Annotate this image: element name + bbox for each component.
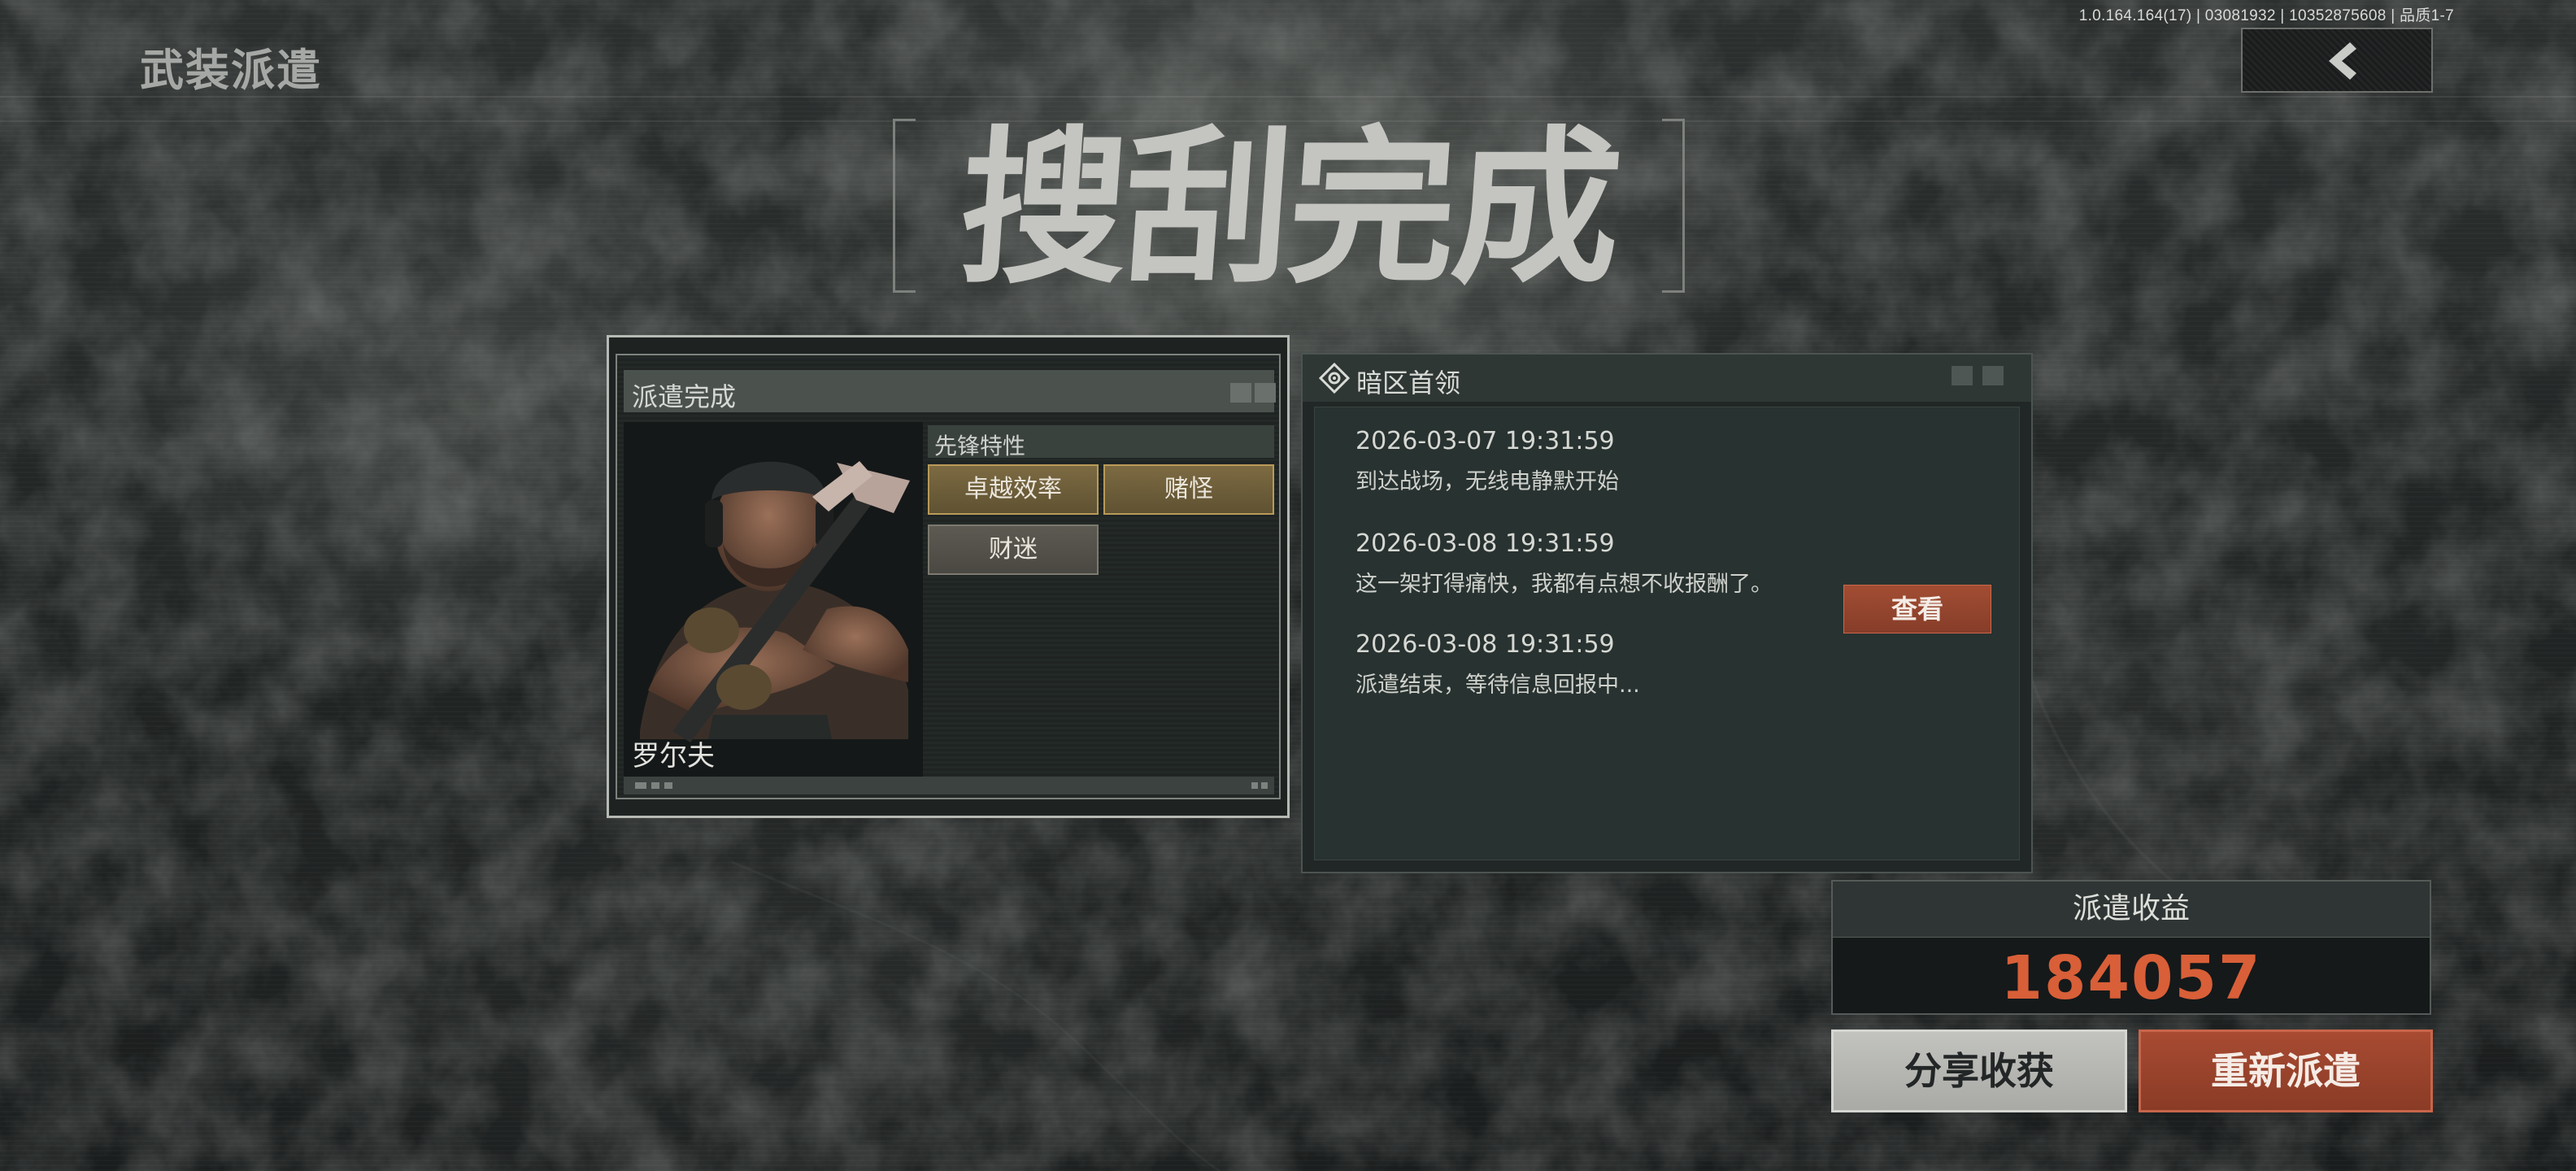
dispatch-earnings: 派遣收益 184057 <box>1831 880 2431 1015</box>
earnings-label: 派遣收益 <box>2072 892 2190 925</box>
traits-header: 先锋特性 <box>928 425 1274 459</box>
chevron-left-icon <box>2329 42 2356 80</box>
window-button <box>1230 383 1251 403</box>
operator-name: 罗尔夫 <box>632 740 715 773</box>
trait-badge: 赌怪 <box>1103 464 1274 515</box>
window-button <box>1982 366 2004 385</box>
dispatch-panel: 派遣完成 罗尔夫 先锋特性 卓越效率 赌怪 财迷 <box>607 335 1290 818</box>
window-button <box>1255 383 1276 403</box>
screen: 1.0.164.164(17) | 03081932 | 10352875608… <box>0 0 2576 1171</box>
dispatch-panel-header: 派遣完成 <box>624 370 1276 412</box>
log-entry-message: 派遣结束，等待信息回报中... <box>1355 673 1640 698</box>
trait-badge: 财迷 <box>928 525 1099 575</box>
log-entry: 2026-03-07 19:31:59 到达战场，无线电静默开始 <box>1355 427 1619 495</box>
dispatch-log-panel: 暗区首领 2026-03-07 19:31:59 到达战场，无线电静默开始 20… <box>1301 353 2033 873</box>
log-panel-title: 暗区首领 <box>1356 368 1461 398</box>
earnings-value: 184057 <box>2000 943 2262 1013</box>
page-title: 武装派遣 <box>140 45 322 96</box>
log-entry: 2026-03-08 19:31:59 这一架打得痛快，我都有点想不收报酬了。 <box>1355 529 1773 598</box>
window-button <box>1952 366 1973 385</box>
redispatch-button[interactable]: 重新派遣 <box>2139 1030 2433 1112</box>
dispatch-panel-title: 派遣完成 <box>632 381 737 412</box>
log-entry: 2026-03-08 19:31:59 派遣结束，等待信息回报中... <box>1355 630 1640 699</box>
share-button[interactable]: 分享收获 <box>1831 1030 2127 1112</box>
headline: 搜刮完成 <box>953 111 1625 307</box>
log-entry-time: 2026-03-08 19:31:59 <box>1355 630 1615 659</box>
log-entry-time: 2026-03-08 19:31:59 <box>1355 529 1615 558</box>
dispatch-panel-footer <box>624 777 1274 794</box>
operator-portrait: 罗尔夫 <box>624 422 923 778</box>
view-button[interactable]: 查看 <box>1843 585 1991 633</box>
log-entry-time: 2026-03-07 19:31:59 <box>1355 427 1615 455</box>
diamond-target-icon <box>1319 363 1350 394</box>
operator-image <box>640 461 910 742</box>
log-panel-header: 暗区首领 <box>1303 355 2031 402</box>
headline-frame: 搜刮完成 <box>893 111 1685 307</box>
version-info: 1.0.164.164(17) | 03081932 | 10352875608… <box>2078 7 2454 24</box>
log-entry-message: 这一架打得痛快，我都有点想不收报酬了。 <box>1355 572 1773 597</box>
trait-badge: 卓越效率 <box>928 464 1099 515</box>
log-entry-message: 到达战场，无线电静默开始 <box>1355 469 1619 494</box>
back-button[interactable] <box>2241 28 2433 93</box>
traits-header-label: 先锋特性 <box>934 433 1026 459</box>
log-body: 2026-03-07 19:31:59 到达战场，无线电静默开始 2026-03… <box>1314 407 2020 860</box>
earnings-label-bar: 派遣收益 <box>1833 882 2430 938</box>
